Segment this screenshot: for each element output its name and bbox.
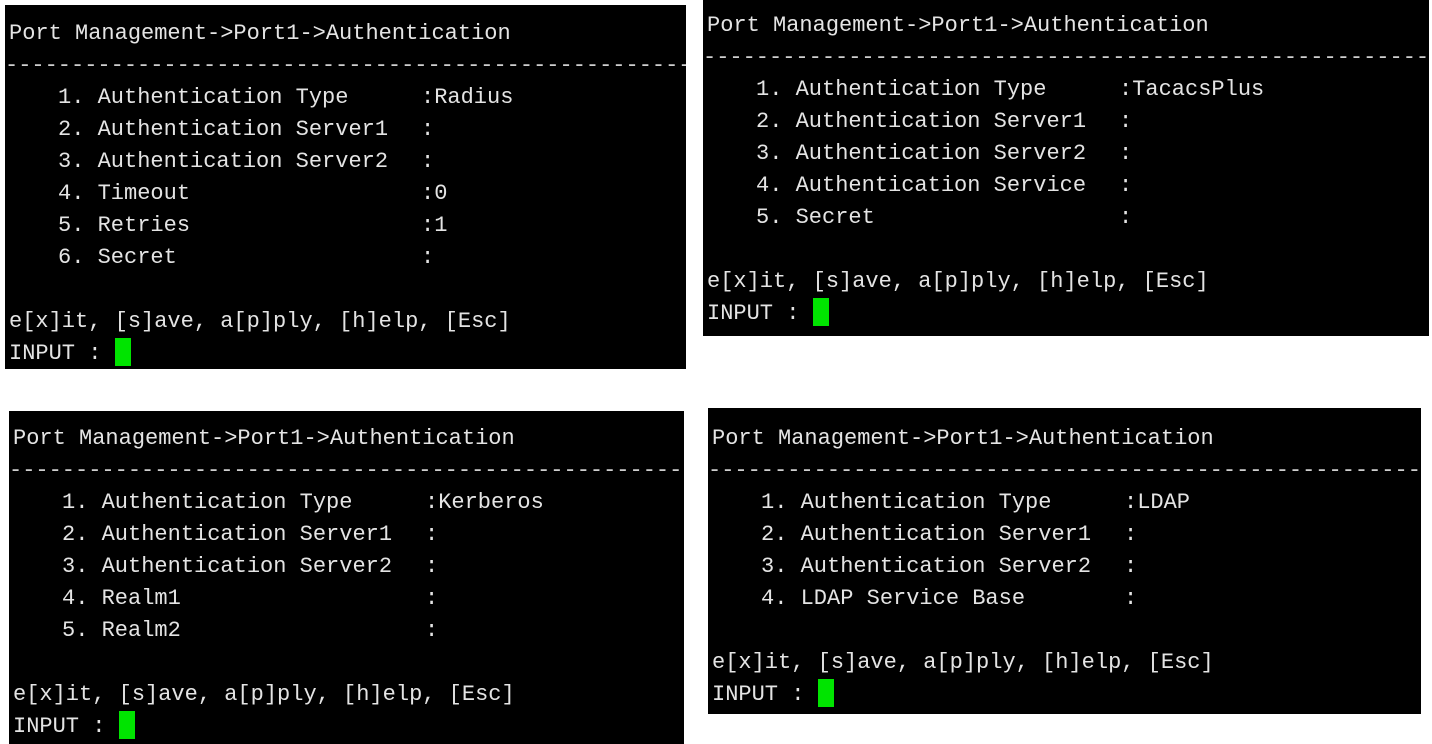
menu-item-secret[interactable]: 6. Secret: <box>5 242 686 274</box>
menu-item-ldap-service-base[interactable]: 4. LDAP Service Base: <box>708 583 1421 615</box>
field-label: 6. Secret <box>58 245 177 270</box>
field-value: : <box>425 554 439 579</box>
menu-item-authentication-server1[interactable]: 2. Authentication Server1: <box>5 114 686 146</box>
field-value: : <box>1124 586 1138 611</box>
cursor[interactable] <box>114 338 131 366</box>
field-label: 3. Authentication Server2 <box>62 554 393 579</box>
divider: ----------------------------------------… <box>9 458 684 483</box>
divider: ----------------------------------------… <box>703 45 1429 70</box>
terminal-window-ldap: Port Management->Port1->Authentication -… <box>708 408 1421 714</box>
field-label: 2. Authentication Server1 <box>761 522 1092 547</box>
field-label: 2. Authentication Server1 <box>58 117 389 142</box>
field-value: : <box>1124 522 1138 547</box>
cursor[interactable] <box>118 711 135 739</box>
field-label: 3. Authentication Server2 <box>58 149 389 174</box>
terminal-window-radius: Port Management->Port1->Authentication -… <box>5 5 686 369</box>
field-value: : <box>425 618 439 643</box>
menu-item-secret[interactable]: 5. Secret: <box>703 202 1429 234</box>
command-hints: e[x]it, [s]ave, a[p]ply, [h]elp, [Esc] <box>13 682 515 707</box>
cursor[interactable] <box>817 679 834 707</box>
menu-item-authentication-server2[interactable]: 3. Authentication Server2: <box>708 551 1421 583</box>
input-prompt: INPUT : <box>13 714 119 739</box>
field-value: : <box>421 245 435 270</box>
field-label: 3. Authentication Server2 <box>756 141 1087 166</box>
field-label: 2. Authentication Server1 <box>62 522 393 547</box>
breadcrumb: Port Management->Port1->Authentication <box>13 426 515 451</box>
field-value: : <box>425 522 439 547</box>
field-label: 4. Timeout <box>58 181 191 206</box>
menu-item-authentication-server1[interactable]: 2. Authentication Server1: <box>9 519 684 551</box>
field-label: 1. Authentication Type <box>62 490 353 515</box>
field-label: 5. Retries <box>58 213 191 238</box>
menu-item-authentication-server2[interactable]: 3. Authentication Server2: <box>9 551 684 583</box>
menu-item-realm1[interactable]: 4. Realm1: <box>9 583 684 615</box>
breadcrumb: Port Management->Port1->Authentication <box>9 21 511 46</box>
input-line[interactable]: INPUT : <box>9 711 684 743</box>
field-label: 3. Authentication Server2 <box>761 554 1092 579</box>
field-value: : <box>1119 141 1133 166</box>
menu-item-authentication-type[interactable]: 1. Authentication Type :TacacsPlus <box>703 74 1429 106</box>
input-line[interactable]: INPUT : <box>5 338 686 369</box>
terminal-window-tacacsplus: Port Management->Port1->Authentication -… <box>703 0 1429 336</box>
input-line[interactable]: INPUT : <box>703 298 1429 330</box>
field-label: 4. LDAP Service Base <box>761 586 1026 611</box>
menu-item-authentication-type[interactable]: 1. Authentication Type :Kerberos <box>9 487 684 519</box>
divider: ----------------------------------------… <box>708 458 1421 483</box>
input-prompt: INPUT : <box>9 341 115 366</box>
menu-item-realm2[interactable]: 5. Realm2: <box>9 615 684 647</box>
cursor[interactable] <box>812 298 829 326</box>
field-value: : <box>1119 109 1133 134</box>
field-value: : <box>1119 205 1133 230</box>
field-value: : <box>425 586 439 611</box>
menu-item-retries[interactable]: 5. Retries :1 <box>5 210 686 242</box>
menu-item-authentication-type[interactable]: 1. Authentication Type :Radius <box>5 82 686 114</box>
field-label: 5. Secret <box>756 205 875 230</box>
field-label: 4. Realm1 <box>62 586 181 611</box>
field-label: 5. Realm2 <box>62 618 181 643</box>
menu-item-timeout[interactable]: 4. Timeout :0 <box>5 178 686 210</box>
command-hints: e[x]it, [s]ave, a[p]ply, [h]elp, [Esc] <box>9 309 511 334</box>
menu-item-authentication-service[interactable]: 4. Authentication Service: <box>703 170 1429 202</box>
menu-item-authentication-type[interactable]: 1. Authentication Type :LDAP <box>708 487 1421 519</box>
input-prompt: INPUT : <box>712 682 818 707</box>
field-value: :LDAP <box>1124 490 1191 515</box>
menu-item-authentication-server1[interactable]: 2. Authentication Server1: <box>708 519 1421 551</box>
divider: ----------------------------------------… <box>5 53 686 78</box>
field-label: 2. Authentication Server1 <box>756 109 1087 134</box>
breadcrumb: Port Management->Port1->Authentication <box>712 426 1214 451</box>
field-value: : <box>1119 173 1133 198</box>
terminal-window-kerberos: Port Management->Port1->Authentication -… <box>9 411 684 744</box>
menu-item-authentication-server2[interactable]: 3. Authentication Server2: <box>5 146 686 178</box>
field-label: 1. Authentication Type <box>756 77 1047 102</box>
field-value: :Radius <box>421 85 514 110</box>
field-value: : <box>421 149 435 174</box>
field-value: :Kerberos <box>425 490 544 515</box>
command-hints: e[x]it, [s]ave, a[p]ply, [h]elp, [Esc] <box>707 269 1209 294</box>
field-label: 1. Authentication Type <box>761 490 1052 515</box>
menu-item-authentication-server1[interactable]: 2. Authentication Server1: <box>703 106 1429 138</box>
field-label: 1. Authentication Type <box>58 85 349 110</box>
field-value: :1 <box>421 213 448 238</box>
field-value: : <box>421 117 435 142</box>
command-hints: e[x]it, [s]ave, a[p]ply, [h]elp, [Esc] <box>712 650 1214 675</box>
input-line[interactable]: INPUT : <box>708 679 1421 711</box>
field-label: 4. Authentication Service <box>756 173 1087 198</box>
input-prompt: INPUT : <box>707 301 813 326</box>
menu-item-authentication-server2[interactable]: 3. Authentication Server2: <box>703 138 1429 170</box>
field-value: :TacacsPlus <box>1119 77 1265 102</box>
breadcrumb: Port Management->Port1->Authentication <box>707 13 1209 38</box>
field-value: : <box>1124 554 1138 579</box>
field-value: :0 <box>421 181 448 206</box>
